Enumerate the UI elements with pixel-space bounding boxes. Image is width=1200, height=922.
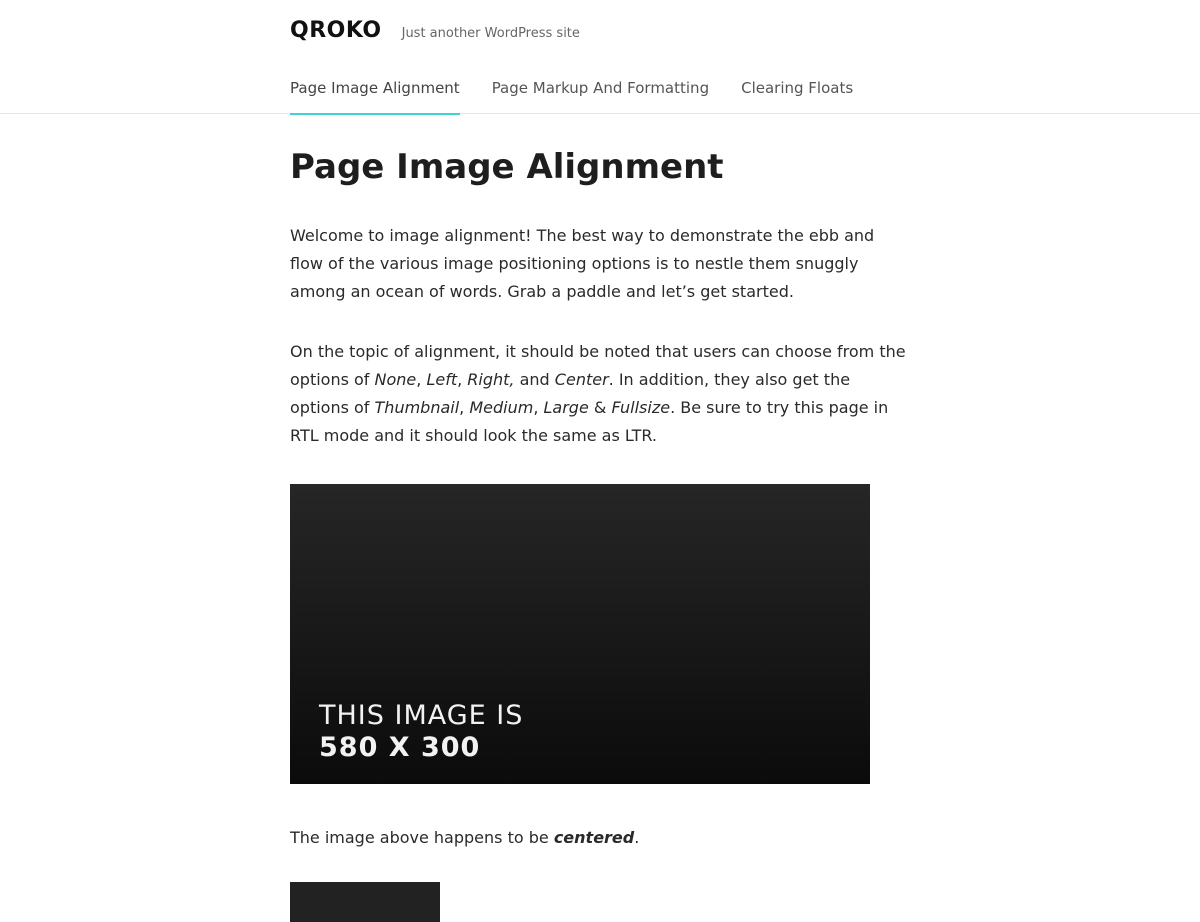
- centered-note-paragraph: The image above happens to be centered.: [290, 824, 910, 852]
- site-title-link[interactable]: QROKO: [290, 18, 382, 43]
- strong-emphasis-centered: centered: [554, 828, 634, 847]
- site-branding: QROKO Just another WordPress site: [290, 18, 580, 43]
- emphasis-none: None: [374, 370, 417, 389]
- page-title: Page Image Alignment: [290, 147, 724, 187]
- text-span: and: [514, 370, 555, 389]
- next-image-partial: [290, 882, 440, 922]
- text-span: The image above happens to be: [290, 828, 554, 847]
- main-content: Page Image Alignment Welcome to image al…: [290, 146, 910, 922]
- nav-item-page-image-alignment[interactable]: Page Image Alignment: [290, 78, 460, 115]
- alignment-paragraph: On the topic of alignment, it should be …: [290, 338, 910, 450]
- nav-item-clearing-floats[interactable]: Clearing Floats: [741, 78, 853, 114]
- emphasis-large: Large: [543, 398, 589, 417]
- primary-navigation: Page Image Alignment Page Markup And For…: [290, 78, 885, 115]
- emphasis-medium: Medium: [469, 398, 534, 417]
- text-span: ,: [533, 398, 544, 417]
- site-header: QROKO Just another WordPress site Page I…: [0, 0, 1200, 115]
- site-description: Just another WordPress site: [401, 26, 580, 41]
- emphasis-left: Left: [426, 370, 458, 389]
- emphasis-centered: centered: [553, 828, 635, 847]
- text-span: ,: [457, 370, 468, 389]
- emphasis-thumbnail: Thumbnail: [374, 398, 460, 417]
- centered-image: THIS IMAGE IS 580 X 300: [290, 484, 870, 784]
- image-caption-line2: 580 X 300: [319, 732, 481, 763]
- emphasis-right: Right,: [467, 370, 515, 389]
- intro-paragraph: Welcome to image alignment! The best way…: [290, 226, 875, 301]
- nav-item-page-markup-and-formatting[interactable]: Page Markup And Formatting: [492, 78, 709, 114]
- text-span: ,: [459, 398, 470, 417]
- image-caption-line1: THIS IMAGE IS: [319, 700, 524, 731]
- emphasis-fullsize: Fullsize: [611, 398, 671, 417]
- text-span: ,: [416, 370, 427, 389]
- emphasis-center: Center: [554, 370, 609, 389]
- text-span: &: [588, 398, 612, 417]
- text-span: .: [634, 828, 640, 847]
